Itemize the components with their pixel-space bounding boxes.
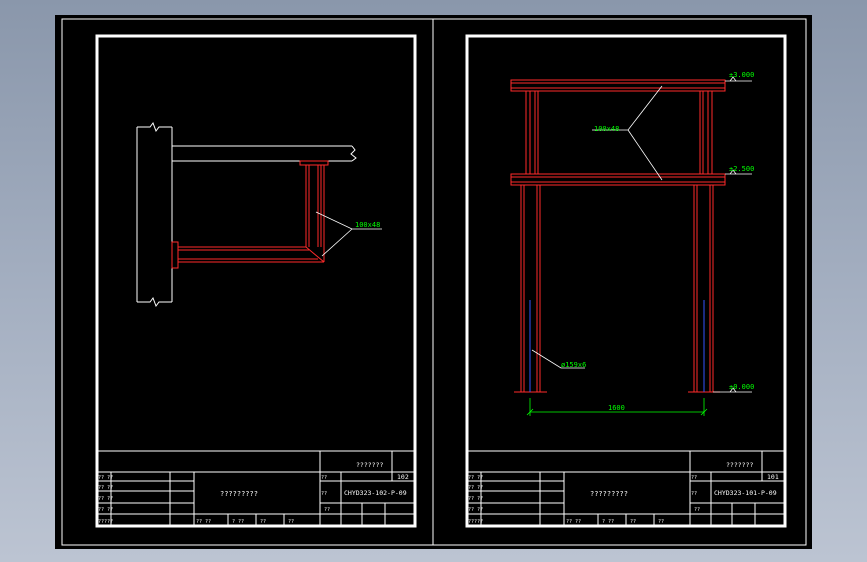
right-sheet-label: ??: [691, 475, 697, 481]
right-footer-cell: ? ??: [602, 519, 614, 525]
left-steel-bracket: [171, 160, 329, 269]
cad-viewport[interactable]: 100x48 ??????? ?? 102 ?? CHYD323-102-P-0…: [55, 15, 812, 549]
right-pipe-label: ø159x6: [561, 361, 586, 369]
right-row-label: ?????: [468, 519, 483, 525]
right-footer-cell: ??: [658, 519, 664, 525]
right-row-label: ?? ??: [468, 496, 483, 502]
left-row-label: ?? ??: [98, 496, 113, 502]
right-elev-mid: ±2.500: [729, 165, 754, 173]
left-footer-cell: ?? ??: [196, 519, 211, 525]
left-center-title: ?????????: [220, 490, 258, 498]
left-sheet-label: ??: [321, 475, 327, 481]
left-slab: [172, 145, 357, 162]
right-row-label: ?? ??: [468, 507, 483, 513]
right-drawing-number-label: ??: [691, 491, 697, 497]
right-embedded-pipes: [529, 300, 705, 392]
right-row-label: ?? ??: [468, 475, 483, 481]
left-footer-cell: ??: [288, 519, 294, 525]
left-drawing-number: CHYD323-102-P-09: [344, 489, 407, 497]
left-sheet-border: [95, 34, 417, 528]
left-drawing-number-label: ??: [321, 491, 327, 497]
right-footer-cell: ?? ??: [566, 519, 581, 525]
right-member-label: 100x48: [594, 125, 619, 133]
left-title-code: ???????: [356, 461, 383, 469]
left-member-label: 100x48: [355, 221, 380, 229]
right-row-label: ?? ??: [468, 485, 483, 491]
left-row-label: ?????: [98, 519, 113, 525]
left-sheet[interactable]: 100x48 ??????? ?? 102 ?? CHYD323-102-P-0…: [95, 34, 417, 528]
right-dimension-value: 1600: [608, 404, 625, 412]
left-row-label: ?? ??: [98, 507, 113, 513]
cad-drawing-canvas[interactable]: 100x48 ??????? ?? 102 ?? CHYD323-102-P-0…: [55, 15, 812, 549]
right-sheet-number: 101: [767, 473, 779, 481]
left-row-label: ?? ??: [98, 485, 113, 491]
left-sheet-number: 102: [397, 473, 409, 481]
right-sheet-border: [465, 34, 787, 528]
right-elev-top: ±3.000: [729, 71, 754, 79]
right-sheet[interactable]: 100x48 ø159x6 ±3.000 ±2.500 ±0.000 1600: [465, 34, 787, 528]
left-row-label: ?? ??: [98, 475, 113, 481]
right-elevation-markers: [713, 76, 752, 393]
right-footer-cell: ??: [630, 519, 636, 525]
left-footer-cell: ??: [324, 507, 330, 513]
left-wall-column: [136, 121, 173, 308]
right-footer-cell: ??: [694, 507, 700, 513]
right-elev-base: ±0.000: [729, 383, 754, 391]
right-title-code: ???????: [726, 461, 753, 469]
left-footer-cell: ? ??: [232, 519, 244, 525]
right-drawing-number: CHYD323-101-P-09: [714, 489, 777, 497]
left-footer-cell: ??: [260, 519, 266, 525]
right-center-title: ?????????: [590, 490, 628, 498]
